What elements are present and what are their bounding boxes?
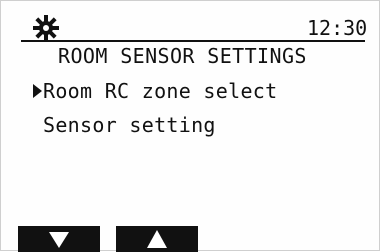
selection-cursor-icon (33, 84, 42, 98)
scroll-up-button[interactable] (116, 226, 198, 252)
gear-icon (33, 15, 59, 41)
controller-screen: 12:30 ROOM SENSOR SETTINGS Room RC zone … (0, 0, 380, 252)
menu-item-label: Room RC zone select (43, 79, 278, 103)
title-bar: 12:30 ROOM SENSOR SETTINGS (1, 1, 380, 68)
title-divider (21, 40, 365, 42)
page-title: ROOM SENSOR SETTINGS (58, 44, 307, 68)
scroll-down-button[interactable] (18, 226, 100, 252)
menu-item-label: Sensor setting (43, 113, 216, 137)
arrow-down-icon (49, 232, 69, 248)
arrow-up-icon (147, 230, 167, 248)
softkey-bar (1, 226, 380, 252)
clock: 12:30 (307, 16, 368, 40)
